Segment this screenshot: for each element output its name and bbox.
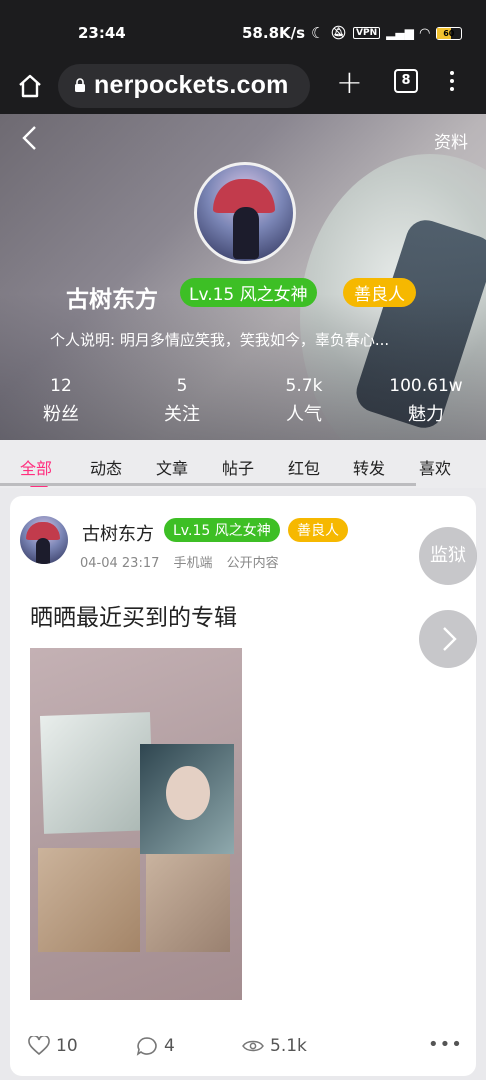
url-text: nerpockets.com bbox=[94, 71, 289, 99]
home-icon[interactable] bbox=[16, 72, 44, 100]
album-cover bbox=[39, 712, 155, 834]
comment-button[interactable]: 4 bbox=[136, 1036, 175, 1056]
profile-info-link[interactable]: 资料 bbox=[434, 128, 468, 153]
views-indicator: 5.1k bbox=[242, 1036, 307, 1056]
post-device: 手机端 bbox=[173, 556, 213, 571]
tab-reposts[interactable]: 转发 bbox=[353, 455, 385, 479]
more-options-icon[interactable]: ••• bbox=[428, 1034, 463, 1055]
overflow-menu-icon[interactable] bbox=[444, 68, 460, 96]
mute-bell-icon: 🔕︎ bbox=[330, 25, 348, 41]
profile-bio: 个人说明: 明月多情应笑我，笑我如今，辜负春心... bbox=[50, 331, 390, 349]
tab-scroll-track[interactable] bbox=[0, 483, 416, 486]
heart-icon bbox=[28, 1036, 50, 1056]
jail-button[interactable]: 监狱 bbox=[419, 527, 477, 585]
back-arrow-icon[interactable] bbox=[18, 124, 42, 152]
post-visibility: 公开内容 bbox=[226, 556, 279, 571]
post-title[interactable]: 晒晒最近买到的专辑 bbox=[30, 598, 237, 632]
comment-count: 4 bbox=[164, 1036, 175, 1056]
status-bar: 23:44 58.8K/s ☾ 🔕︎ VPN ▂▄▆ ◠ 60 bbox=[0, 0, 486, 62]
status-time: 23:44 bbox=[78, 24, 126, 42]
network-speed: 58.8K/s bbox=[242, 24, 306, 42]
lock-icon bbox=[75, 78, 85, 92]
post-photo[interactable] bbox=[30, 648, 242, 1000]
album-cover bbox=[140, 744, 234, 854]
view-count: 5.1k bbox=[270, 1036, 307, 1056]
address-bar[interactable]: nerpockets.com bbox=[58, 64, 310, 108]
tab-red-packets[interactable]: 红包 bbox=[288, 455, 320, 479]
post-meta: 04-04 23:17 手机端 公开内容 bbox=[80, 552, 289, 571]
profile-avatar[interactable] bbox=[194, 162, 296, 264]
battery-icon: 60 bbox=[435, 26, 462, 40]
like-button[interactable]: 10 bbox=[28, 1036, 78, 1056]
stat-popularity[interactable]: 5.7k 人气 bbox=[282, 376, 326, 426]
content-tabs: 全部 动态 文章 帖子 红包 转发 喜欢 bbox=[0, 440, 486, 488]
browser-toolbar: nerpockets.com + 8 bbox=[0, 62, 486, 114]
tab-updates[interactable]: 动态 bbox=[90, 455, 122, 479]
post-trait-badge: 善良人 bbox=[288, 518, 348, 542]
status-icons: 58.8K/s ☾ 🔕︎ VPN ▂▄▆ ◠ 60 bbox=[242, 24, 462, 42]
like-count: 10 bbox=[56, 1036, 78, 1056]
wifi-icon: ◠ bbox=[419, 25, 430, 41]
stat-charm[interactable]: 100.61w 魅力 bbox=[388, 376, 464, 426]
tab-articles[interactable]: 文章 bbox=[156, 455, 188, 479]
next-button[interactable] bbox=[419, 610, 477, 668]
album-cover bbox=[146, 854, 230, 952]
moon-icon: ☾ bbox=[311, 24, 325, 42]
post-level-badge: Lv.15 风之女神 bbox=[164, 518, 280, 542]
profile-username: 古树东方 bbox=[66, 287, 158, 313]
level-badge[interactable]: Lv.15 风之女神 bbox=[180, 278, 317, 307]
stat-following[interactable]: 5 关注 bbox=[162, 376, 202, 426]
post-card[interactable]: 古树东方 Lv.15 风之女神 善良人 04-04 23:17 手机端 公开内容… bbox=[10, 496, 476, 1076]
eye-icon bbox=[242, 1040, 264, 1052]
vpn-icon: VPN bbox=[353, 27, 381, 39]
chevron-right-icon bbox=[443, 627, 457, 651]
post-author-avatar[interactable] bbox=[20, 516, 68, 564]
tab-all[interactable]: 全部 bbox=[20, 455, 52, 479]
tab-posts[interactable]: 帖子 bbox=[222, 455, 254, 479]
album-cover bbox=[38, 848, 140, 952]
signal-icon: ▂▄▆ bbox=[386, 26, 414, 40]
profile-header: 资料 古树东方 Lv.15 风之女神 善良人 个人说明: 明月多情应笑我，笑我如… bbox=[0, 114, 486, 440]
tab-likes[interactable]: 喜欢 bbox=[419, 455, 451, 479]
tab-switcher-button[interactable]: 8 bbox=[394, 69, 418, 93]
stat-fans[interactable]: 12 粉丝 bbox=[40, 376, 82, 426]
comment-bubble-icon bbox=[136, 1037, 157, 1056]
post-date: 04-04 23:17 bbox=[80, 556, 160, 571]
trait-badge[interactable]: 善良人 bbox=[343, 278, 416, 307]
post-author-name[interactable]: 古树东方 bbox=[82, 520, 154, 546]
new-tab-button[interactable]: + bbox=[336, 66, 363, 98]
